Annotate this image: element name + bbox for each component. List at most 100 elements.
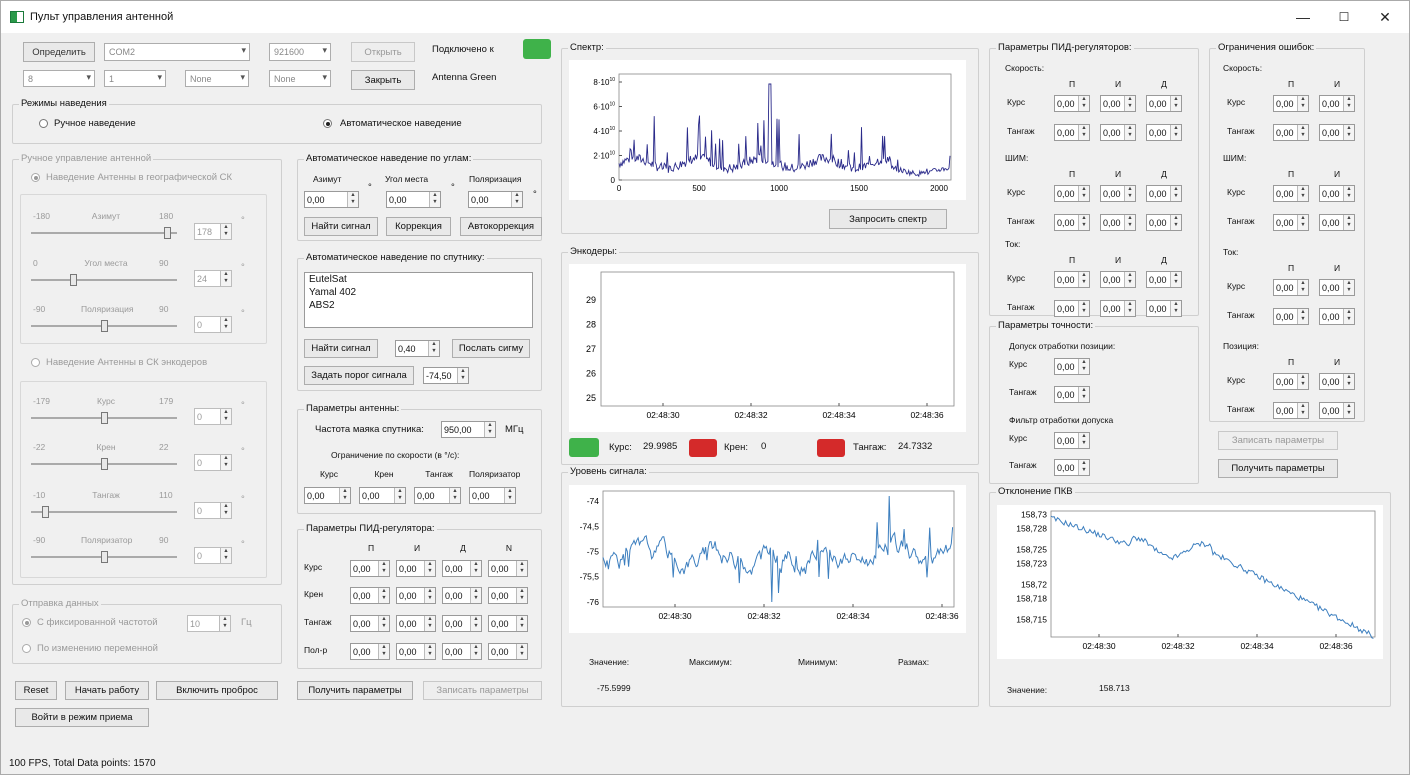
tang-slider[interactable] (31, 506, 177, 518)
spin-arrows[interactable]: ▲ ▼ (516, 616, 527, 631)
pid-spin[interactable]: 0,00 ▲ ▼ (488, 587, 528, 604)
spin-arrows[interactable]: ▲ ▼ (1078, 215, 1089, 230)
spin-arrows[interactable]: ▲ ▼ (220, 317, 231, 332)
spin-arrows[interactable]: ▲ ▼ (1343, 403, 1354, 418)
write-params-button[interactable]: Записать параметры (423, 681, 542, 700)
spin-arrows[interactable]: ▲ ▼ (220, 271, 231, 286)
slider-handle[interactable] (42, 506, 50, 518)
err-spin[interactable]: 0,00 ▲ ▼ (1273, 214, 1309, 231)
manual-mode-radio[interactable] (39, 119, 48, 128)
pid-big-spin[interactable]: 0,00 ▲ ▼ (1100, 300, 1136, 317)
err-spin[interactable]: 0,00 ▲ ▼ (1273, 402, 1309, 419)
close-window-button[interactable]: ✕ (1365, 1, 1405, 33)
err-spin[interactable]: 0,00 ▲ ▼ (1319, 124, 1355, 141)
close-port-button[interactable]: Закрыть (351, 70, 415, 90)
spin-arrows[interactable]: ▲ ▼ (378, 644, 389, 659)
spin-arrows[interactable]: ▲ ▼ (424, 561, 435, 576)
spin-arrows[interactable]: ▲ ▼ (1078, 96, 1089, 111)
spin-arrows[interactable]: ▲ ▼ (429, 192, 440, 207)
receive-mode-button[interactable]: Войти в режим приема (15, 708, 149, 727)
pid-spin[interactable]: 0,00 ▲ ▼ (396, 643, 436, 660)
pid-spin[interactable]: 0,00 ▲ ▼ (350, 560, 390, 577)
slider-handle[interactable] (69, 274, 77, 286)
spin-arrows[interactable]: ▲ ▼ (1297, 215, 1308, 230)
pid-big-spin[interactable]: 0,00 ▲ ▼ (1100, 271, 1136, 288)
spin-arrows[interactable]: ▲ ▼ (1343, 280, 1354, 295)
fixed-freq-radio[interactable] (22, 618, 31, 627)
satellite-item[interactable]: Yamal 402 (305, 286, 532, 299)
pid-big-spin[interactable]: 0,00 ▲ ▼ (1054, 95, 1090, 112)
spin-arrows[interactable]: ▲ ▼ (220, 224, 231, 239)
port-combo[interactable]: COM2 (104, 43, 250, 61)
freq-spin[interactable]: 10 ▲ ▼ (187, 615, 231, 632)
err-spin[interactable]: 0,00 ▲ ▼ (1319, 402, 1355, 419)
spin-arrows[interactable]: ▲ ▼ (1170, 272, 1181, 287)
spin-arrows[interactable]: ▲ ▼ (1170, 125, 1181, 140)
spin-arrows[interactable]: ▲ ▼ (428, 341, 439, 356)
request-spectrum-button[interactable]: Запросить спектр (829, 209, 947, 229)
pol-slider[interactable] (31, 320, 177, 332)
spin-arrows[interactable]: ▲ ▼ (516, 588, 527, 603)
err-spin[interactable]: 0,00 ▲ ▼ (1319, 95, 1355, 112)
spin-arrows[interactable]: ▲ ▼ (511, 192, 522, 207)
pid-big-spin[interactable]: 0,00 ▲ ▼ (1146, 124, 1182, 141)
pol-spin[interactable]: 0 ▲ ▼ (194, 316, 232, 333)
spin-arrows[interactable]: ▲ ▼ (1124, 186, 1135, 201)
err-spin[interactable]: 0,00 ▲ ▼ (1273, 185, 1309, 202)
pos-kurs-spin[interactable]: 0,00 ▲ ▼ (1054, 358, 1090, 375)
spin-arrows[interactable]: ▲ ▼ (1124, 301, 1135, 316)
slider-handle[interactable] (100, 458, 108, 470)
filter-tang-spin[interactable]: 0,00 ▲ ▼ (1054, 459, 1090, 476)
spin-arrows[interactable]: ▲ ▼ (1297, 374, 1308, 389)
spin-arrows[interactable]: ▲ ▼ (1297, 125, 1308, 140)
slider-handle[interactable] (164, 227, 172, 239)
pid-spin[interactable]: 0,00 ▲ ▼ (350, 587, 390, 604)
spin-arrows[interactable]: ▲ ▼ (1078, 301, 1089, 316)
spin-arrows[interactable]: ▲ ▼ (394, 488, 405, 503)
pid-big-spin[interactable]: 0,00 ▲ ▼ (1146, 185, 1182, 202)
spin-arrows[interactable]: ▲ ▼ (1343, 125, 1354, 140)
spin-arrows[interactable]: ▲ ▼ (220, 548, 231, 563)
databits-combo[interactable]: 8 (23, 70, 95, 87)
parity-combo[interactable]: None (185, 70, 249, 87)
slider-handle[interactable] (100, 551, 108, 563)
pid-spin[interactable]: 0,00 ▲ ▼ (488, 615, 528, 632)
reset-button[interactable]: Reset (15, 681, 57, 700)
err-spin[interactable]: 0,00 ▲ ▼ (1273, 95, 1309, 112)
errors-get-button[interactable]: Получить параметры (1218, 459, 1338, 478)
pid-spin[interactable]: 0,00 ▲ ▼ (442, 560, 482, 577)
forward-button[interactable]: Включить проброс (156, 681, 278, 700)
spin-arrows[interactable]: ▲ ▼ (219, 616, 230, 631)
pid-big-spin[interactable]: 0,00 ▲ ▼ (1054, 124, 1090, 141)
pid-big-spin[interactable]: 0,00 ▲ ▼ (1100, 214, 1136, 231)
spin-arrows[interactable]: ▲ ▼ (1078, 186, 1089, 201)
onchange-radio[interactable] (22, 644, 31, 653)
err-spin[interactable]: 0,00 ▲ ▼ (1273, 308, 1309, 325)
pid-spin[interactable]: 0,00 ▲ ▼ (488, 643, 528, 660)
pid-spin[interactable]: 0,00 ▲ ▼ (488, 560, 528, 577)
spin-arrows[interactable]: ▲ ▼ (220, 409, 231, 424)
set-threshold-button[interactable]: Задать порог сигнала (304, 366, 414, 385)
spin-arrows[interactable]: ▲ ▼ (1297, 403, 1308, 418)
detect-button[interactable]: Определить (23, 42, 95, 62)
pid-spin[interactable]: 0,00 ▲ ▼ (396, 615, 436, 632)
spin-arrows[interactable]: ▲ ▼ (484, 422, 495, 437)
pid-big-spin[interactable]: 0,00 ▲ ▼ (1054, 214, 1090, 231)
send-sigma-button[interactable]: Послать сигму (452, 339, 530, 358)
err-spin[interactable]: 0,00 ▲ ▼ (1273, 279, 1309, 296)
beacon-freq-spin[interactable]: 950,00 ▲ ▼ (441, 421, 496, 438)
pol-spin[interactable]: 0,00 ▲ ▼ (468, 191, 523, 208)
kurs-slider[interactable] (31, 412, 177, 424)
pos-tang-spin[interactable]: 0,00 ▲ ▼ (1054, 386, 1090, 403)
spin-arrows[interactable]: ▲ ▼ (1343, 215, 1354, 230)
satellite-list[interactable]: EutelSat Yamal 402 ABS2 (304, 272, 533, 328)
find-signal-sat-button[interactable]: Найти сигнал (304, 339, 378, 358)
pid-big-spin[interactable]: 0,00 ▲ ▼ (1100, 185, 1136, 202)
spin-arrows[interactable]: ▲ ▼ (424, 644, 435, 659)
kurs-spin[interactable]: 0 ▲ ▼ (194, 408, 232, 425)
pid-spin[interactable]: 0,00 ▲ ▼ (350, 643, 390, 660)
spin-arrows[interactable]: ▲ ▼ (1124, 272, 1135, 287)
spin-arrows[interactable]: ▲ ▼ (1170, 186, 1181, 201)
spin-arrows[interactable]: ▲ ▼ (339, 488, 350, 503)
pid-spin[interactable]: 0,00 ▲ ▼ (396, 587, 436, 604)
